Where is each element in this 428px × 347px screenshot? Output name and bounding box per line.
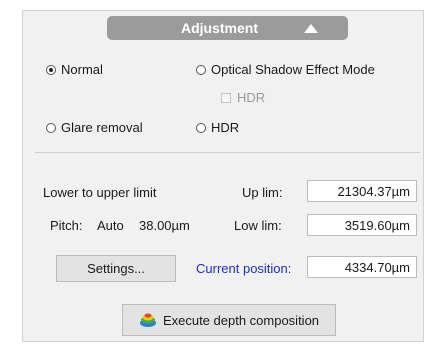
- hdr-radio-label: HDR: [211, 120, 240, 135]
- top-strip: [0, 0, 428, 6]
- hdr-checkbox-box[interactable]: [221, 92, 231, 103]
- normal-radio-circle[interactable]: [46, 64, 56, 75]
- settings-button-label: Settings...: [87, 261, 145, 276]
- glare-removal-radio-circle[interactable]: [46, 122, 56, 133]
- hdr-checkbox-label: HDR: [237, 90, 266, 105]
- normal-radio[interactable]: Normal: [46, 62, 103, 77]
- glare-removal-radio[interactable]: Glare removal: [46, 120, 143, 135]
- adjustment-header[interactable]: Adjustment: [107, 16, 348, 40]
- normal-radio-label: Normal: [61, 62, 103, 77]
- optical-shadow-radio-circle[interactable]: [196, 64, 206, 75]
- hdr-checkbox[interactable]: HDR: [221, 90, 265, 105]
- execute-depth-composition-button[interactable]: Execute depth composition: [122, 304, 336, 336]
- section-divider: [35, 152, 420, 153]
- adjustment-panel: [22, 10, 424, 342]
- triangle-up-icon[interactable]: [304, 24, 318, 33]
- optical-shadow-radio[interactable]: Optical Shadow Effect Mode: [196, 62, 375, 77]
- settings-button[interactable]: Settings...: [56, 255, 176, 282]
- pitch-value: 38.00µm: [139, 218, 190, 233]
- low-limit-field[interactable]: 3519.60µm: [307, 214, 417, 236]
- optical-shadow-radio-label: Optical Shadow Effect Mode: [211, 62, 375, 77]
- execute-button-label: Execute depth composition: [162, 312, 320, 328]
- pitch-mode: Auto: [97, 218, 124, 233]
- adjustment-title: Adjustment: [181, 20, 258, 36]
- current-position-field[interactable]: 4334.70µm: [307, 256, 417, 278]
- hdr-radio[interactable]: HDR: [196, 120, 239, 135]
- up-limit-label: Up lim:: [242, 185, 283, 200]
- pitch-label: Pitch:: [50, 218, 83, 233]
- layers-icon: [139, 313, 156, 327]
- limits-section-label: Lower to upper limit: [43, 185, 157, 200]
- up-limit-field[interactable]: 21304.37µm: [307, 180, 417, 202]
- low-limit-label: Low lim:: [234, 218, 282, 233]
- hdr-radio-circle[interactable]: [196, 122, 206, 133]
- current-position-label: Current position:: [196, 261, 292, 276]
- glare-removal-radio-label: Glare removal: [61, 120, 143, 135]
